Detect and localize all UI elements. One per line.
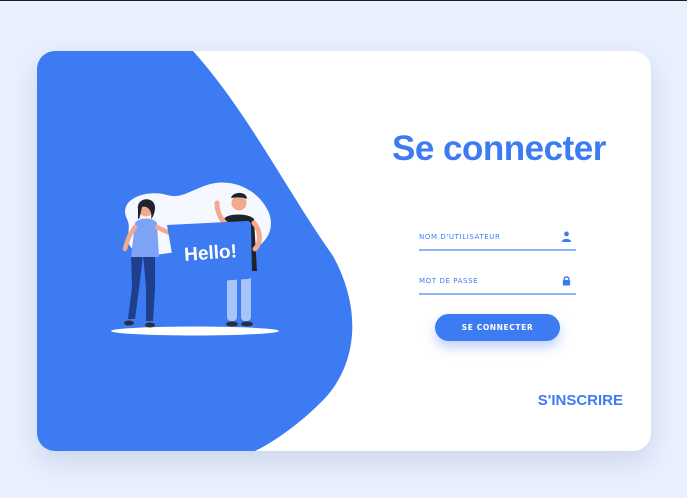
hello-illustration: Hello! bbox=[111, 182, 279, 336]
user-icon bbox=[561, 231, 572, 242]
lock-icon bbox=[562, 276, 571, 286]
window-top-border bbox=[0, 0, 687, 1]
password-input[interactable] bbox=[419, 271, 554, 291]
login-button[interactable]: SE CONNECTER bbox=[435, 314, 560, 341]
username-input[interactable] bbox=[419, 227, 554, 247]
login-card: Hello! Se connecter SE CONNECTER S'INSCR… bbox=[37, 51, 651, 451]
username-field bbox=[419, 227, 576, 251]
password-field bbox=[419, 271, 576, 295]
page-title: Se connecter bbox=[392, 129, 606, 168]
signup-link[interactable]: S'INSCRIRE bbox=[523, 392, 623, 409]
speech-text: Hello! bbox=[184, 241, 238, 266]
